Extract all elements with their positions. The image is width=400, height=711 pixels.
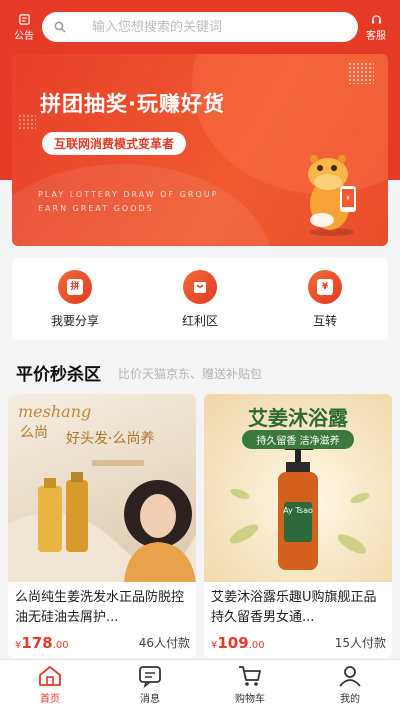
ad-title: 艾姜沐浴露 — [248, 406, 348, 430]
search-input[interactable] — [92, 19, 342, 35]
banner-dots-decoration — [348, 62, 374, 84]
banner-dots-decoration — [18, 114, 36, 130]
price-integer: 178 — [21, 634, 53, 652]
yen-icon: ¥ — [308, 270, 342, 304]
tab-home-label: 首页 — [40, 694, 60, 705]
search-bar[interactable] — [42, 12, 358, 42]
mascot-hippo-illustration: ¥ — [308, 155, 356, 236]
share-icon: 拼 — [58, 270, 92, 304]
message-icon — [139, 666, 161, 688]
announcement-button[interactable]: 公告 — [6, 14, 42, 42]
tab-profile-label: 我的 — [340, 694, 360, 705]
cart-icon — [239, 666, 261, 686]
share-shortcut[interactable]: 拼 我要分享 — [30, 270, 120, 329]
bonus-zone-shortcut[interactable]: 红利区 — [155, 270, 245, 329]
banner-title: 拼团抽奖·玩赚好货 — [40, 92, 225, 116]
price-decimal: .00 — [248, 640, 265, 651]
sold-count: 15人付款 — [334, 636, 386, 650]
product-card[interactable]: 艾姜沐浴露 持久留香 洁净滋养 Ay Tsao 艾姜沐浴露乐趣U购旗舰正品持久留… — [204, 394, 392, 658]
yen-icon-glyph: ¥ — [317, 279, 333, 295]
brand-logo-en: meshang — [18, 402, 92, 421]
bottom-tab-bar: 首页 消息 购物车 我的 — [0, 659, 400, 711]
announcement-icon — [18, 14, 30, 25]
ad-slogan: 好头发·么尚养 — [66, 431, 155, 447]
top-bar: 公告 客服 — [0, 10, 400, 44]
transfer-shortcut[interactable]: ¥ 互转 — [280, 270, 370, 329]
customer-service-button[interactable]: 客服 — [358, 14, 394, 42]
tab-messages[interactable]: 消息 — [120, 664, 180, 705]
product-image: 艾姜沐浴露 持久留香 洁净滋养 Ay Tsao — [204, 394, 392, 582]
search-icon — [54, 21, 66, 33]
tab-cart[interactable]: 购物车 — [220, 664, 280, 705]
section-title: 平价秒杀区 — [16, 365, 101, 385]
home-icon — [39, 666, 61, 686]
product-name: 艾姜沐浴露乐趣U购旗舰正品持久留香男女通... — [211, 590, 377, 625]
banner-subtitle: 互联网消费模式变革者 — [42, 132, 187, 155]
share-label: 我要分享 — [50, 314, 99, 328]
product-price: ¥109.00 — [211, 634, 265, 652]
tab-messages-label: 消息 — [140, 694, 160, 705]
product-card[interactable]: meshang 么尚 好头发·么尚养 么尚纯生姜洗发水正品防脱控油无硅油去屑护.… — [8, 394, 196, 658]
tab-cart-label: 购物车 — [235, 694, 265, 705]
promo-banner[interactable]: 拼团抽奖·玩赚好货 互联网消费模式变革者 PLAY LOTTERY DRAW O… — [12, 54, 388, 246]
announcement-label: 公告 — [14, 31, 34, 42]
product-name: 么尚纯生姜洗发水正品防脱控油无硅油去屑护... — [15, 590, 185, 625]
sold-count: 46人付款 — [138, 636, 190, 650]
price-integer: 109 — [217, 634, 249, 652]
banner-english-text: PLAY LOTTERY DRAW OF GROUP EARN GREAT GO… — [38, 188, 218, 216]
function-shortcuts: 拼 我要分享 红利区 ¥ 互转 — [12, 258, 388, 340]
ad-tagline: 持久留香 洁净滋养 — [242, 430, 354, 449]
svg-text:¥: ¥ — [346, 195, 350, 202]
headset-icon — [371, 15, 381, 24]
tab-home[interactable]: 首页 — [20, 664, 80, 705]
user-icon — [339, 666, 361, 687]
share-icon-glyph: 拼 — [67, 279, 83, 295]
banner-english-line: PLAY LOTTERY DRAW OF GROUP — [38, 190, 219, 199]
bonus-zone-label: 红利区 — [181, 314, 218, 328]
bag-icon — [183, 270, 217, 304]
product-image: meshang 么尚 好头发·么尚养 — [8, 394, 196, 582]
customer-service-label: 客服 — [366, 31, 386, 42]
bag-glyph — [194, 282, 206, 293]
banner-english-line: EARN GREAT GOODS — [38, 204, 154, 213]
bottle-label: Ay Tsao — [283, 506, 313, 515]
price-decimal: .00 — [52, 640, 69, 651]
brand-logo-cn: 么尚 — [20, 425, 48, 441]
transfer-label: 互转 — [312, 314, 337, 328]
tab-profile[interactable]: 我的 — [320, 664, 380, 705]
section-subtitle: 比价天猫京东、赠送补贴包 — [118, 367, 263, 381]
product-price: ¥178.00 — [15, 634, 69, 652]
